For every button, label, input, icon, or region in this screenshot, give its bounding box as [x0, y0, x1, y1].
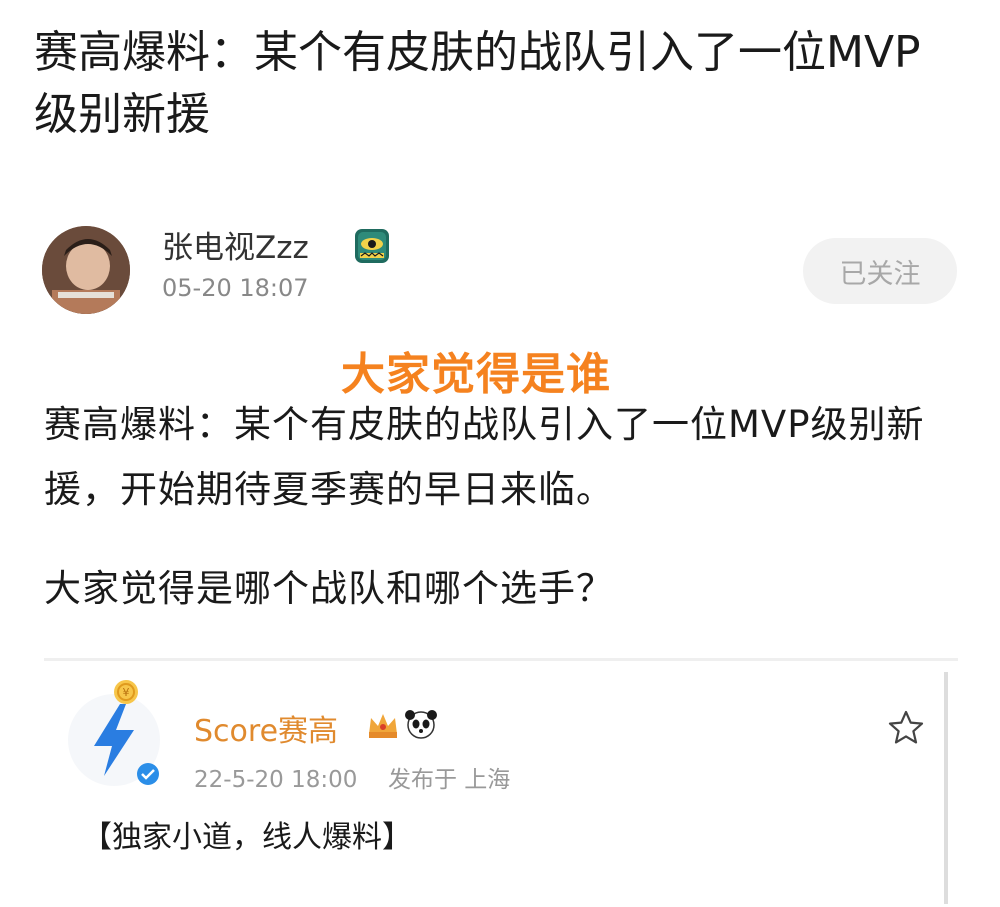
- post-paragraph-1: 赛高爆料：某个有皮肤的战队引入了一位MVP级别新援，开始期待夏季赛的早日来临。: [44, 403, 925, 511]
- svg-text:¥: ¥: [123, 686, 130, 699]
- favorite-star-icon[interactable]: [886, 708, 926, 748]
- crown-panda-badges-icon: [365, 708, 441, 742]
- coin-icon: ¥: [112, 678, 140, 706]
- scrollbar[interactable]: [944, 672, 948, 904]
- eye-crown-badge-icon: [354, 228, 390, 264]
- post-title: 赛高爆料：某个有皮肤的战队引入了一位MVP级别新援: [34, 27, 921, 140]
- embed-location: 发布于 上海: [387, 767, 511, 793]
- embed-timestamp: 22-5-20 18:00: [194, 767, 358, 793]
- avatar-photo-icon: [42, 226, 130, 314]
- follow-button[interactable]: 已关注: [803, 238, 957, 304]
- author-name[interactable]: 张电视Zzz: [162, 222, 309, 267]
- post-paragraph-2: 大家觉得是哪个战队和哪个选手？: [44, 567, 614, 610]
- embed-text: 【独家小道，线人爆料】: [82, 820, 412, 855]
- author-avatar[interactable]: [42, 226, 130, 314]
- post-timestamp: 05-20 18:07: [162, 274, 309, 302]
- embed-author-name[interactable]: Score赛高: [194, 706, 338, 750]
- verified-icon: [136, 762, 160, 786]
- embed-meta: 22-5-20 18:00 发布于 上海: [194, 760, 510, 794]
